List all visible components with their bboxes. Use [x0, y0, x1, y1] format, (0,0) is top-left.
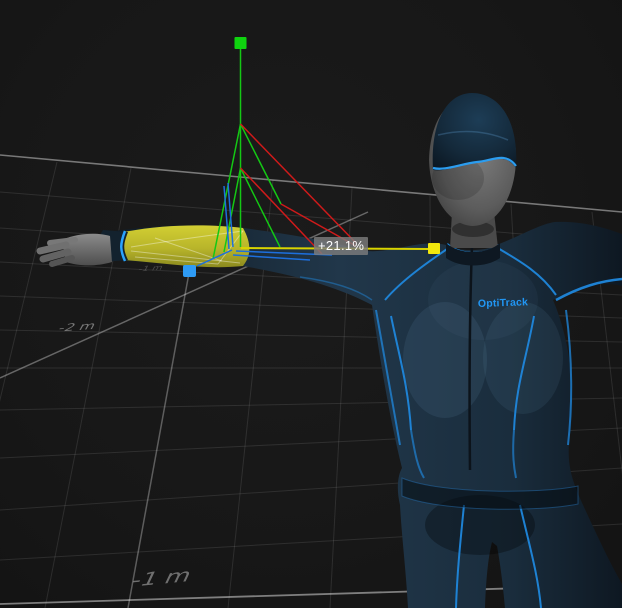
scale-percentage-readout: +21.1% [314, 237, 368, 255]
mocap-actor-model[interactable]: OptiTrack [0, 0, 622, 608]
selected-forearm-segment[interactable] [120, 225, 250, 267]
gizmo-handle-blue[interactable] [183, 265, 196, 277]
3d-viewport[interactable]: -2 m -1 m -1 m [0, 0, 622, 608]
gizmo-handle-yellow[interactable] [428, 243, 440, 254]
mocap-suit-body[interactable] [108, 222, 622, 608]
gizmo-handle-green[interactable] [235, 37, 247, 49]
hand[interactable] [40, 234, 112, 266]
optitrack-logo: OptiTrack [478, 296, 529, 310]
